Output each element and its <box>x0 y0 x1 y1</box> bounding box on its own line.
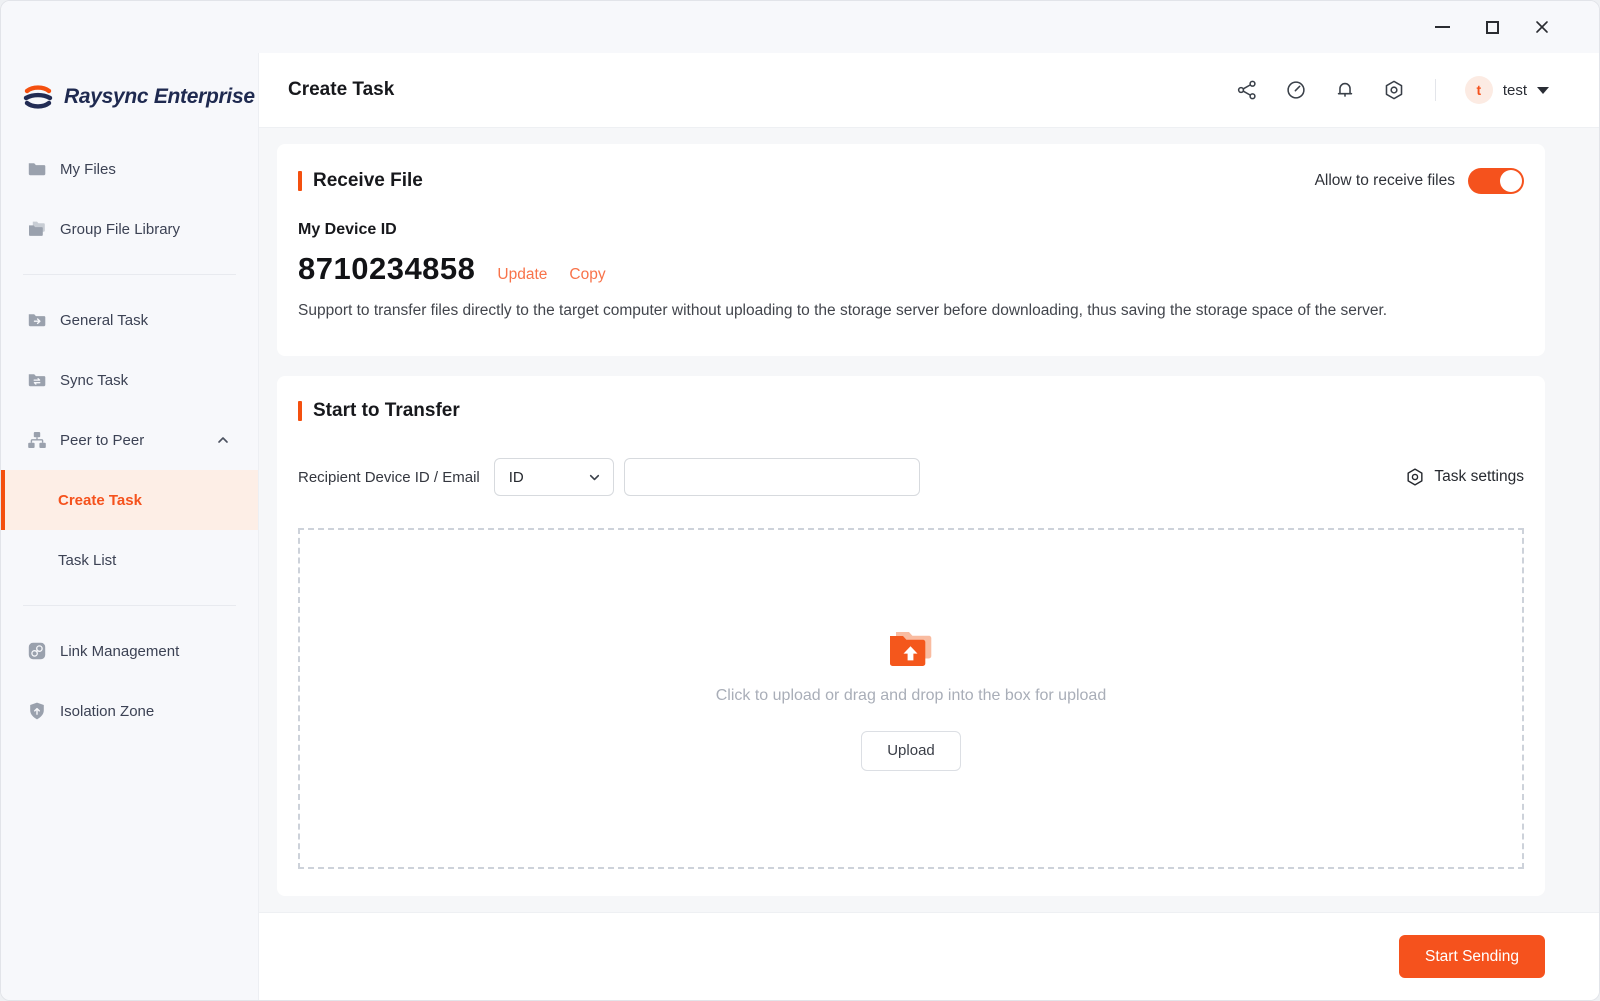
settings-gear-icon <box>1385 80 1403 100</box>
folder-icon <box>28 163 46 176</box>
allow-receive-label: Allow to receive files <box>1314 172 1455 189</box>
receive-file-card: Receive File Allow to receive files My D… <box>277 144 1545 356</box>
task-settings-label: Task settings <box>1434 468 1524 485</box>
start-transfer-card: Start to Transfer Recipient Device ID / … <box>277 376 1545 896</box>
notification-bell-icon <box>1337 82 1353 97</box>
toggle-knob <box>1500 170 1522 192</box>
folders-icon <box>29 221 45 236</box>
folder-sync-icon <box>28 374 46 387</box>
speed-gauge-icon <box>1287 81 1305 99</box>
network-icon <box>28 432 46 448</box>
recipient-label: Recipient Device ID / Email <box>298 468 480 486</box>
app-logo: Raysync Enterprise <box>1 53 258 117</box>
sidebar-item-label: Peer to Peer <box>60 431 145 449</box>
titlebar <box>1 1 1599 53</box>
recipient-type-select[interactable]: ID <box>493 458 614 496</box>
minimize-button[interactable] <box>1427 12 1457 42</box>
sidebar-item-label: Isolation Zone <box>60 702 155 720</box>
close-button[interactable] <box>1527 12 1557 42</box>
recipient-type-value: ID <box>508 468 524 486</box>
sidebar-divider <box>23 274 236 275</box>
receive-description: Support to transfer files directly to th… <box>298 302 1388 319</box>
user-menu[interactable]: t test <box>1464 76 1549 104</box>
upload-folder-icon <box>890 631 932 666</box>
device-id-label: My Device ID <box>298 221 397 238</box>
sidebar-item-sync-task[interactable]: Sync Task <box>1 350 258 410</box>
sidebar: Raysync Enterprise My Files Group File L… <box>1 53 259 1000</box>
share-button[interactable] <box>1235 78 1259 102</box>
upload-dropzone[interactable]: Click to upload or drag and drop into th… <box>298 528 1524 869</box>
sidebar-item-label: Create Task <box>58 491 142 509</box>
link-icon <box>28 642 46 660</box>
chevron-up-icon <box>216 433 230 447</box>
copy-link[interactable]: Copy <box>569 266 605 284</box>
sidebar-item-label: Task List <box>58 551 117 569</box>
header-divider <box>1434 79 1436 101</box>
raysync-logo-icon <box>23 85 53 109</box>
start-sending-button[interactable]: Start Sending <box>1399 935 1545 978</box>
page-title: Create Task <box>288 79 395 100</box>
sidebar-divider <box>23 605 236 606</box>
start-transfer-title: Start to Transfer <box>313 400 460 421</box>
recipient-input[interactable] <box>623 458 920 496</box>
sidebar-item-link-management[interactable]: Link Management <box>1 621 258 681</box>
sidebar-item-isolation-zone[interactable]: Isolation Zone <box>1 681 258 741</box>
header-actions: t test <box>1235 76 1549 104</box>
speed-button[interactable] <box>1284 78 1308 102</box>
main-area: Create Task t test Receive File Allow to… <box>259 53 1599 1000</box>
app-window: Raysync Enterprise My Files Group File L… <box>0 0 1600 1001</box>
chevron-down-icon <box>588 471 601 484</box>
sidebar-item-label: Group File Library <box>60 220 181 238</box>
device-id-value: 8710234858 <box>298 251 476 286</box>
section-accent-bar <box>298 401 302 421</box>
sidebar-item-task-list[interactable]: Task List <box>1 530 258 590</box>
upload-button[interactable]: Upload <box>861 730 961 771</box>
sidebar-item-general-task[interactable]: General Task <box>1 290 258 350</box>
share-icon <box>1237 80 1256 100</box>
page-content: Receive File Allow to receive files My D… <box>259 128 1599 912</box>
sidebar-item-create-task[interactable]: Create Task <box>1 470 258 530</box>
update-link[interactable]: Update <box>497 266 547 284</box>
task-settings-gear-icon <box>1407 468 1423 486</box>
folder-arrow-icon <box>28 314 46 327</box>
close-icon <box>1536 21 1548 33</box>
section-accent-bar <box>298 171 302 191</box>
sidebar-item-my-files[interactable]: My Files <box>1 139 258 199</box>
sidebar-item-label: Link Management <box>60 642 180 660</box>
page-header: Create Task t test <box>259 53 1599 128</box>
sidebar-item-peer-to-peer[interactable]: Peer to Peer <box>1 410 258 470</box>
maximize-button[interactable] <box>1477 12 1507 42</box>
sidebar-item-group-file-library[interactable]: Group File Library <box>1 199 258 259</box>
sidebar-item-label: General Task <box>60 311 149 329</box>
avatar: t <box>1464 76 1493 104</box>
upload-hint: Click to upload or drag and drop into th… <box>715 686 1107 704</box>
page-footer: Start Sending <box>259 912 1599 1000</box>
task-settings-button[interactable]: Task settings <box>1405 467 1524 487</box>
receive-file-title: Receive File <box>313 170 423 191</box>
user-name: test <box>1502 81 1527 99</box>
maximize-icon <box>1485 20 1499 34</box>
settings-button[interactable] <box>1382 78 1406 102</box>
notifications-button[interactable] <box>1333 78 1357 102</box>
sidebar-nav: My Files Group File Library General Task… <box>1 139 258 741</box>
caret-down-icon <box>1537 86 1549 94</box>
sidebar-item-label: My Files <box>60 160 116 178</box>
shield-icon <box>30 702 44 720</box>
minimize-icon <box>1434 26 1450 28</box>
brand-name: Raysync Enterprise <box>64 85 255 108</box>
sidebar-item-label: Sync Task <box>60 371 129 389</box>
allow-receive-toggle[interactable] <box>1468 168 1524 194</box>
